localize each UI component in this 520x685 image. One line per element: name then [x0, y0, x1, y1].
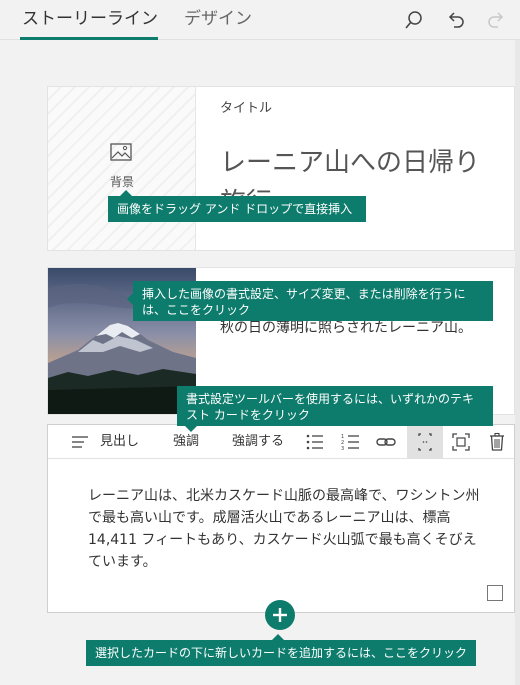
delete-icon[interactable] — [487, 432, 507, 452]
heading-button[interactable]: 見出し — [100, 425, 139, 459]
tooltip-add-card: 選択したカードの下に新しいカードを追加するには、ここをクリック — [86, 634, 476, 666]
tooltip-format-image: 挿入した画像の書式設定、サイズ変更、または削除を行うには、ここをクリック — [127, 281, 493, 321]
strong-button[interactable]: 強調する — [232, 425, 284, 459]
heading-icon[interactable] — [70, 432, 90, 452]
tab-design[interactable]: デザイン — [184, 8, 252, 30]
svg-text:3: 3 — [341, 446, 344, 452]
tooltip-insert-image: 画像をドラッグ アンド ドロップで直接挿入 — [108, 190, 366, 222]
top-bar: ストーリーライン デザイン — [0, 0, 520, 40]
undo-icon[interactable] — [446, 10, 466, 30]
tab-storyline[interactable]: ストーリーライン — [22, 8, 158, 30]
title-label: タイトル — [220, 101, 273, 116]
redo-icon[interactable] — [486, 10, 506, 30]
bulleted-list-icon[interactable] — [305, 432, 325, 452]
background-image-drop-zone[interactable]: 背景 — [48, 87, 196, 250]
focus-layout-button[interactable] — [407, 425, 443, 459]
link-icon[interactable] — [376, 432, 396, 452]
card-select-checkbox[interactable] — [487, 585, 503, 601]
formatting-toolbar: 見出し 強調 強調する 123 — [48, 425, 514, 459]
search-icon[interactable] — [404, 10, 424, 30]
image-icon — [110, 142, 132, 162]
plus-icon — [273, 608, 287, 622]
title-card[interactable]: 背景 タイトル レーニア山への日帰り旅行 — [47, 86, 515, 251]
tooltip-format-toolbar: 書式設定ツールバーを使用するには、いずれかのテキスト カードをクリック — [177, 386, 493, 432]
numbered-list-icon[interactable]: 123 — [341, 432, 361, 452]
fullscreen-layout-icon[interactable] — [451, 432, 471, 452]
add-card-button[interactable] — [265, 600, 295, 630]
text-card[interactable]: 見出し 強調 強調する 123 レーニア山は、北米カスケード山脈の最高峰で、ワシ… — [47, 424, 515, 613]
background-label: 背景 — [110, 175, 135, 189]
scrollbar[interactable] — [515, 40, 520, 685]
card-body-text[interactable]: レーニア山は、北米カスケード山脈の最高峰で、ワシントン州で最も高い山です。成層活… — [88, 485, 483, 573]
active-tab-indicator — [20, 37, 158, 40]
